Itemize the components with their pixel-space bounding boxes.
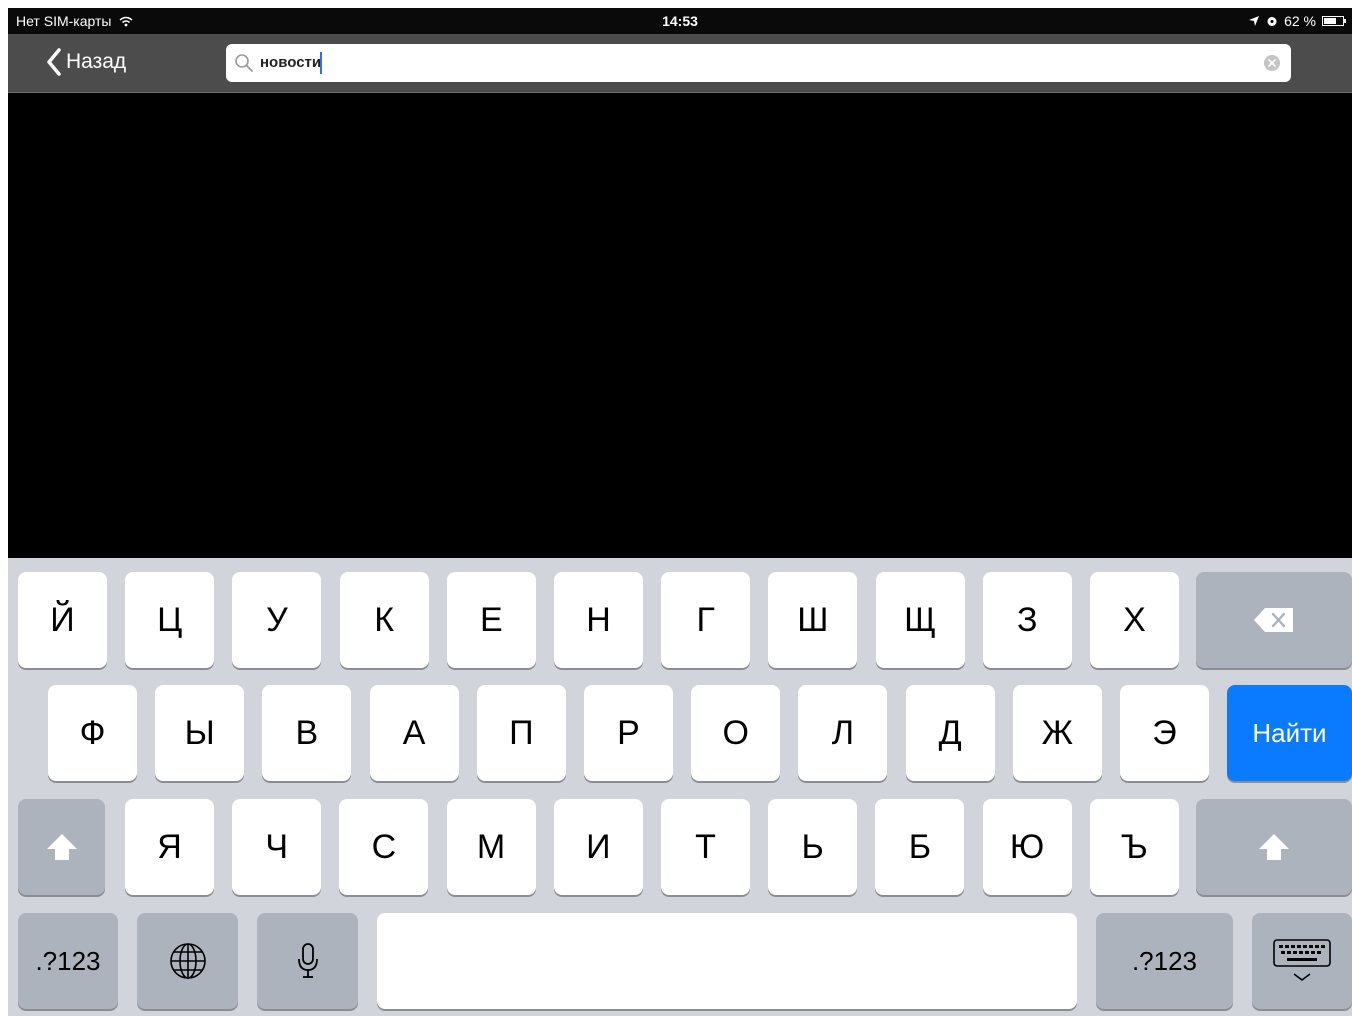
- clock: 14:53: [662, 13, 698, 29]
- clear-icon[interactable]: [1263, 54, 1281, 72]
- letter-key[interactable]: З: [982, 572, 1072, 668]
- letter-key[interactable]: Щ: [875, 572, 965, 668]
- letter-key[interactable]: Р: [584, 685, 673, 781]
- letter-key[interactable]: Д: [905, 685, 995, 781]
- letter-key[interactable]: Ю: [982, 799, 1072, 895]
- search-submit-key[interactable]: Найти: [1227, 685, 1352, 781]
- search-text: новости: [260, 53, 322, 71]
- hide-keyboard-key[interactable]: [1252, 913, 1352, 1009]
- letter-key[interactable]: Т: [661, 799, 750, 895]
- back-label: Назад: [66, 50, 127, 73]
- letter-key[interactable]: П: [476, 685, 566, 781]
- numbers-label: .?123: [35, 945, 101, 976]
- numbers-key-right[interactable]: .?123: [1096, 913, 1233, 1009]
- search-icon: [235, 54, 253, 72]
- status-bar: Нет SIM-карты 14:53 62 %: [8, 8, 1352, 34]
- letter-key[interactable]: Ж: [1012, 685, 1102, 781]
- letter-key[interactable]: Б: [875, 799, 965, 895]
- keyboard-dismiss-icon: [1273, 939, 1331, 981]
- letter-key[interactable]: Ъ: [1089, 799, 1179, 895]
- status-right: 62 %: [1248, 13, 1346, 29]
- search-field[interactable]: новости: [226, 44, 1291, 82]
- letter-key[interactable]: Н: [554, 572, 643, 668]
- numbers-key-left[interactable]: .?123: [18, 913, 118, 1009]
- letter-key[interactable]: Ш: [768, 572, 858, 668]
- letter-key[interactable]: Х: [1090, 572, 1179, 668]
- space-key[interactable]: [377, 913, 1077, 1009]
- dictation-key[interactable]: [257, 913, 358, 1009]
- letter-key[interactable]: Э: [1120, 685, 1209, 781]
- letter-key[interactable]: Е: [446, 572, 536, 668]
- location-icon: [1249, 16, 1260, 26]
- numbers-label: .?123: [1131, 945, 1198, 976]
- microphone-icon: [297, 943, 318, 978]
- letter-key[interactable]: И: [553, 799, 643, 895]
- letter-key[interactable]: М: [446, 799, 536, 895]
- nav-bar: Назад новости: [8, 34, 1352, 93]
- globe-icon: [169, 943, 206, 979]
- ipad-screen: Нет SIM-карты 14:53 62 % Назад новости Й…: [8, 8, 1352, 1016]
- letter-key[interactable]: К: [339, 572, 429, 668]
- back-button[interactable]: Назад: [46, 48, 126, 76]
- shift-key-right[interactable]: [1196, 799, 1352, 895]
- submit-label: Найти: [1252, 717, 1327, 748]
- letter-key[interactable]: Г: [661, 572, 751, 668]
- letter-key[interactable]: Ь: [768, 799, 858, 895]
- letter-key[interactable]: Ы: [155, 685, 245, 781]
- letter-key[interactable]: Ч: [232, 799, 322, 895]
- backspace-icon: [1254, 608, 1293, 632]
- alarm-icon: [1267, 17, 1277, 26]
- letter-key[interactable]: В: [262, 685, 352, 781]
- shift-icon: [46, 834, 77, 860]
- shift-icon: [1259, 834, 1289, 860]
- letter-key[interactable]: Й: [18, 572, 107, 668]
- battery-percent: 62 %: [1284, 13, 1316, 29]
- letter-key[interactable]: Л: [798, 685, 888, 781]
- letter-key[interactable]: Ц: [125, 572, 215, 668]
- letter-key[interactable]: У: [232, 572, 322, 668]
- letter-key[interactable]: Ф: [48, 685, 137, 781]
- globe-key[interactable]: [137, 913, 238, 1009]
- search-input-value[interactable]: новости: [260, 52, 323, 74]
- text-caret: [320, 52, 323, 74]
- shift-key-left[interactable]: [18, 799, 105, 895]
- letter-key[interactable]: О: [691, 685, 781, 781]
- onscreen-keyboard: ЙЦУКЕНГШЩЗХ ФЫВАПРОЛДЖЭ ЯЧСМИТЬБЮЪ Найти…: [8, 558, 1352, 1016]
- letter-key[interactable]: А: [369, 685, 459, 781]
- backspace-key[interactable]: [1196, 572, 1352, 668]
- letter-key[interactable]: Я: [125, 799, 214, 895]
- letter-key[interactable]: С: [339, 799, 429, 895]
- chevron-left-icon: [47, 48, 61, 76]
- battery-icon: [1322, 16, 1346, 26]
